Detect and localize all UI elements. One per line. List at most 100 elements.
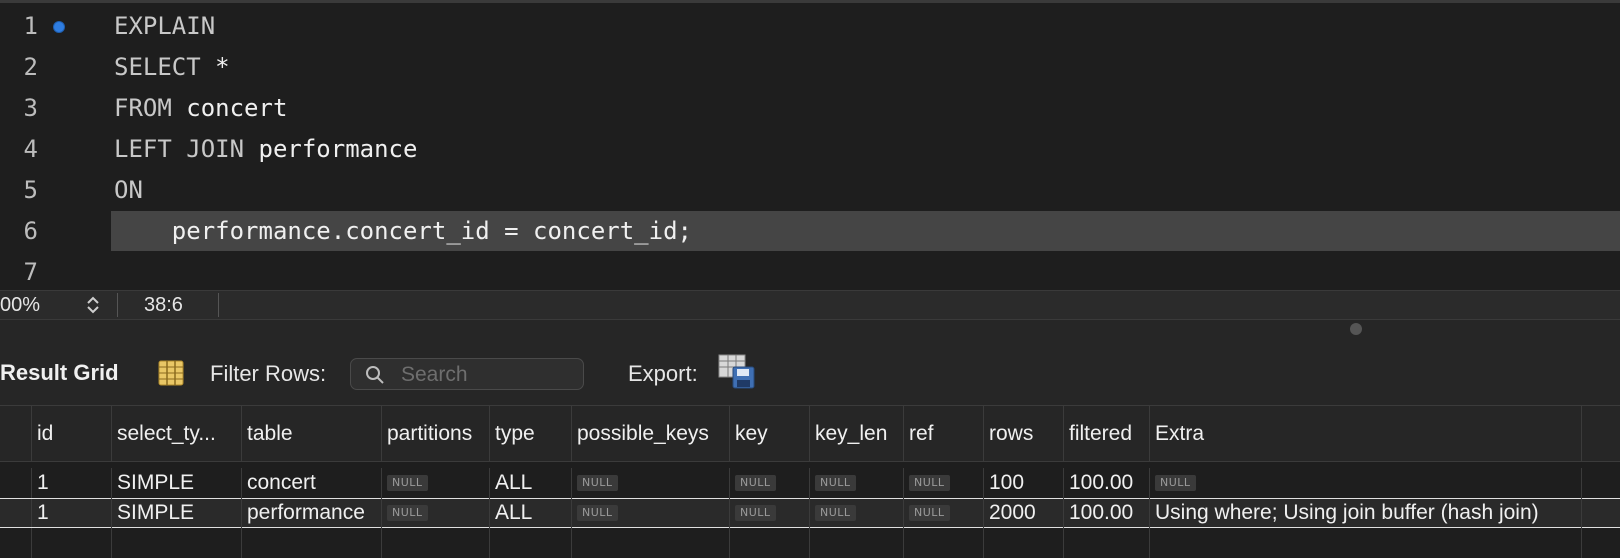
cursor-position: 38:6 xyxy=(144,294,183,316)
grid-cell xyxy=(984,528,1064,558)
sql-editor[interactable]: 1 EXPLAIN 2 SELECT * 3 FROM concert 4 LE… xyxy=(0,0,1620,290)
grid-cell[interactable]: SIMPLE xyxy=(112,468,242,498)
column-header[interactable]: id xyxy=(32,406,112,462)
filter-search-box[interactable] xyxy=(350,358,584,390)
editor-line[interactable]: 4 LEFT JOIN performance xyxy=(0,128,1620,170)
grid-cell[interactable]: ALL xyxy=(490,468,572,498)
code-text: performance.concert_id = concert_id; xyxy=(114,217,692,245)
code-text: FROM concert xyxy=(114,94,288,122)
null-badge: NULL xyxy=(735,505,776,522)
null-badge: NULL xyxy=(387,505,428,522)
null-badge: NULL xyxy=(387,475,428,492)
grid-cell xyxy=(1064,528,1150,558)
editor-line[interactable]: 3 FROM concert xyxy=(0,87,1620,129)
row-header[interactable] xyxy=(0,468,32,498)
grid-cell[interactable]: 1 xyxy=(32,468,112,498)
table-row-selected[interactable]: 1 SIMPLE performance NULL ALL NULL NULL … xyxy=(0,498,1620,528)
result-toolbar: Result Grid Filter Rows: Export: xyxy=(0,350,1620,406)
zoom-stepper-icon[interactable] xyxy=(84,294,102,316)
grid-cell[interactable]: SIMPLE xyxy=(112,498,242,528)
grid-cell[interactable]: NULL xyxy=(382,468,490,498)
search-input[interactable] xyxy=(399,361,583,389)
result-grid[interactable]: id select_ty... table partitions type po… xyxy=(0,406,1620,558)
grid-cell xyxy=(1150,528,1582,558)
grid-cell[interactable]: 100.00 xyxy=(1064,498,1150,528)
line-number: 3 xyxy=(23,94,38,122)
splitter-handle-icon[interactable] xyxy=(1350,323,1362,335)
code-text: SELECT * xyxy=(114,53,230,81)
grid-cell[interactable]: NULL xyxy=(730,468,810,498)
grid-cell xyxy=(810,528,904,558)
filter-rows-label: Filter Rows: xyxy=(210,361,327,386)
column-header[interactable]: select_ty... xyxy=(112,406,242,462)
row-header[interactable] xyxy=(0,499,32,527)
row-header xyxy=(0,528,32,558)
column-header[interactable]: partitions xyxy=(382,406,490,462)
grid-cell[interactable]: NULL xyxy=(1150,468,1582,498)
grid-cell[interactable]: NULL xyxy=(382,498,490,528)
null-badge: NULL xyxy=(909,505,950,522)
line-number: 4 xyxy=(23,135,38,163)
null-badge: NULL xyxy=(909,475,950,492)
zoom-level[interactable]: 00% xyxy=(0,291,40,319)
row-header-gutter xyxy=(0,406,32,461)
grid-cell xyxy=(904,528,984,558)
result-grid-tab[interactable]: Result Grid xyxy=(0,350,119,396)
null-badge: NULL xyxy=(577,475,618,492)
line-number: 7 xyxy=(23,258,38,286)
line-number: 1 xyxy=(23,12,38,40)
table-row[interactable]: 1 SIMPLE concert NULL ALL NULL NULL NULL… xyxy=(0,468,1620,498)
editor-line[interactable]: 1 EXPLAIN xyxy=(0,5,1620,47)
grid-cell[interactable]: Using where; Using join buffer (hash joi… xyxy=(1150,498,1582,528)
column-header[interactable]: Extra xyxy=(1150,406,1582,462)
grid-cell[interactable]: NULL xyxy=(904,498,984,528)
column-header[interactable]: key xyxy=(730,406,810,462)
editor-statusbar: 00% 38:6 xyxy=(0,290,1620,320)
column-header[interactable]: rows xyxy=(984,406,1064,462)
export-label: Export: xyxy=(628,361,698,386)
grid-cell[interactable]: concert xyxy=(242,468,382,498)
grid-cell[interactable]: NULL xyxy=(810,498,904,528)
grid-columns-icon[interactable] xyxy=(158,360,184,392)
grid-cell[interactable]: 2000 xyxy=(984,498,1064,528)
search-icon xyxy=(365,365,385,391)
grid-header-row: id select_ty... table partitions type po… xyxy=(0,406,1620,462)
grid-cell xyxy=(242,528,382,558)
editor-line-current[interactable]: 6 performance.concert_id = concert_id; xyxy=(0,210,1620,252)
code-text: LEFT JOIN performance xyxy=(114,135,418,163)
null-badge: NULL xyxy=(735,475,776,492)
column-header[interactable]: possible_keys xyxy=(572,406,730,462)
code-text: EXPLAIN xyxy=(114,12,216,40)
grid-cell[interactable]: NULL xyxy=(904,468,984,498)
null-badge: NULL xyxy=(815,475,856,492)
column-header[interactable]: table xyxy=(242,406,382,462)
column-header[interactable]: filtered xyxy=(1064,406,1150,462)
grid-cell[interactable]: 1 xyxy=(32,498,112,528)
grid-cell[interactable]: performance xyxy=(242,498,382,528)
grid-cell[interactable]: NULL xyxy=(810,468,904,498)
grid-cell[interactable]: NULL xyxy=(572,498,730,528)
editor-line[interactable]: 5 ON xyxy=(0,169,1620,211)
grid-cell[interactable]: NULL xyxy=(730,498,810,528)
editor-line[interactable]: 7 xyxy=(0,251,1620,290)
grid-cell xyxy=(112,528,242,558)
statement-marker-icon xyxy=(54,22,64,32)
editor-line[interactable]: 2 SELECT * xyxy=(0,46,1620,88)
export-icon[interactable] xyxy=(718,354,756,396)
null-badge: NULL xyxy=(815,505,856,522)
divider xyxy=(117,293,118,317)
grid-cell[interactable]: ALL xyxy=(490,498,572,528)
grid-cell[interactable]: 100.00 xyxy=(1064,468,1150,498)
column-header[interactable]: ref xyxy=(904,406,984,462)
column-header[interactable]: key_len xyxy=(810,406,904,462)
table-row-empty xyxy=(0,528,1620,558)
grid-cell[interactable]: 100 xyxy=(984,468,1064,498)
line-number: 5 xyxy=(23,176,38,204)
grid-cell xyxy=(382,528,490,558)
line-number: 6 xyxy=(23,217,38,245)
grid-cell[interactable]: NULL xyxy=(572,468,730,498)
null-badge: NULL xyxy=(577,505,618,522)
grid-cell xyxy=(490,528,572,558)
column-header[interactable]: type xyxy=(490,406,572,462)
code-text: ON xyxy=(114,176,143,204)
